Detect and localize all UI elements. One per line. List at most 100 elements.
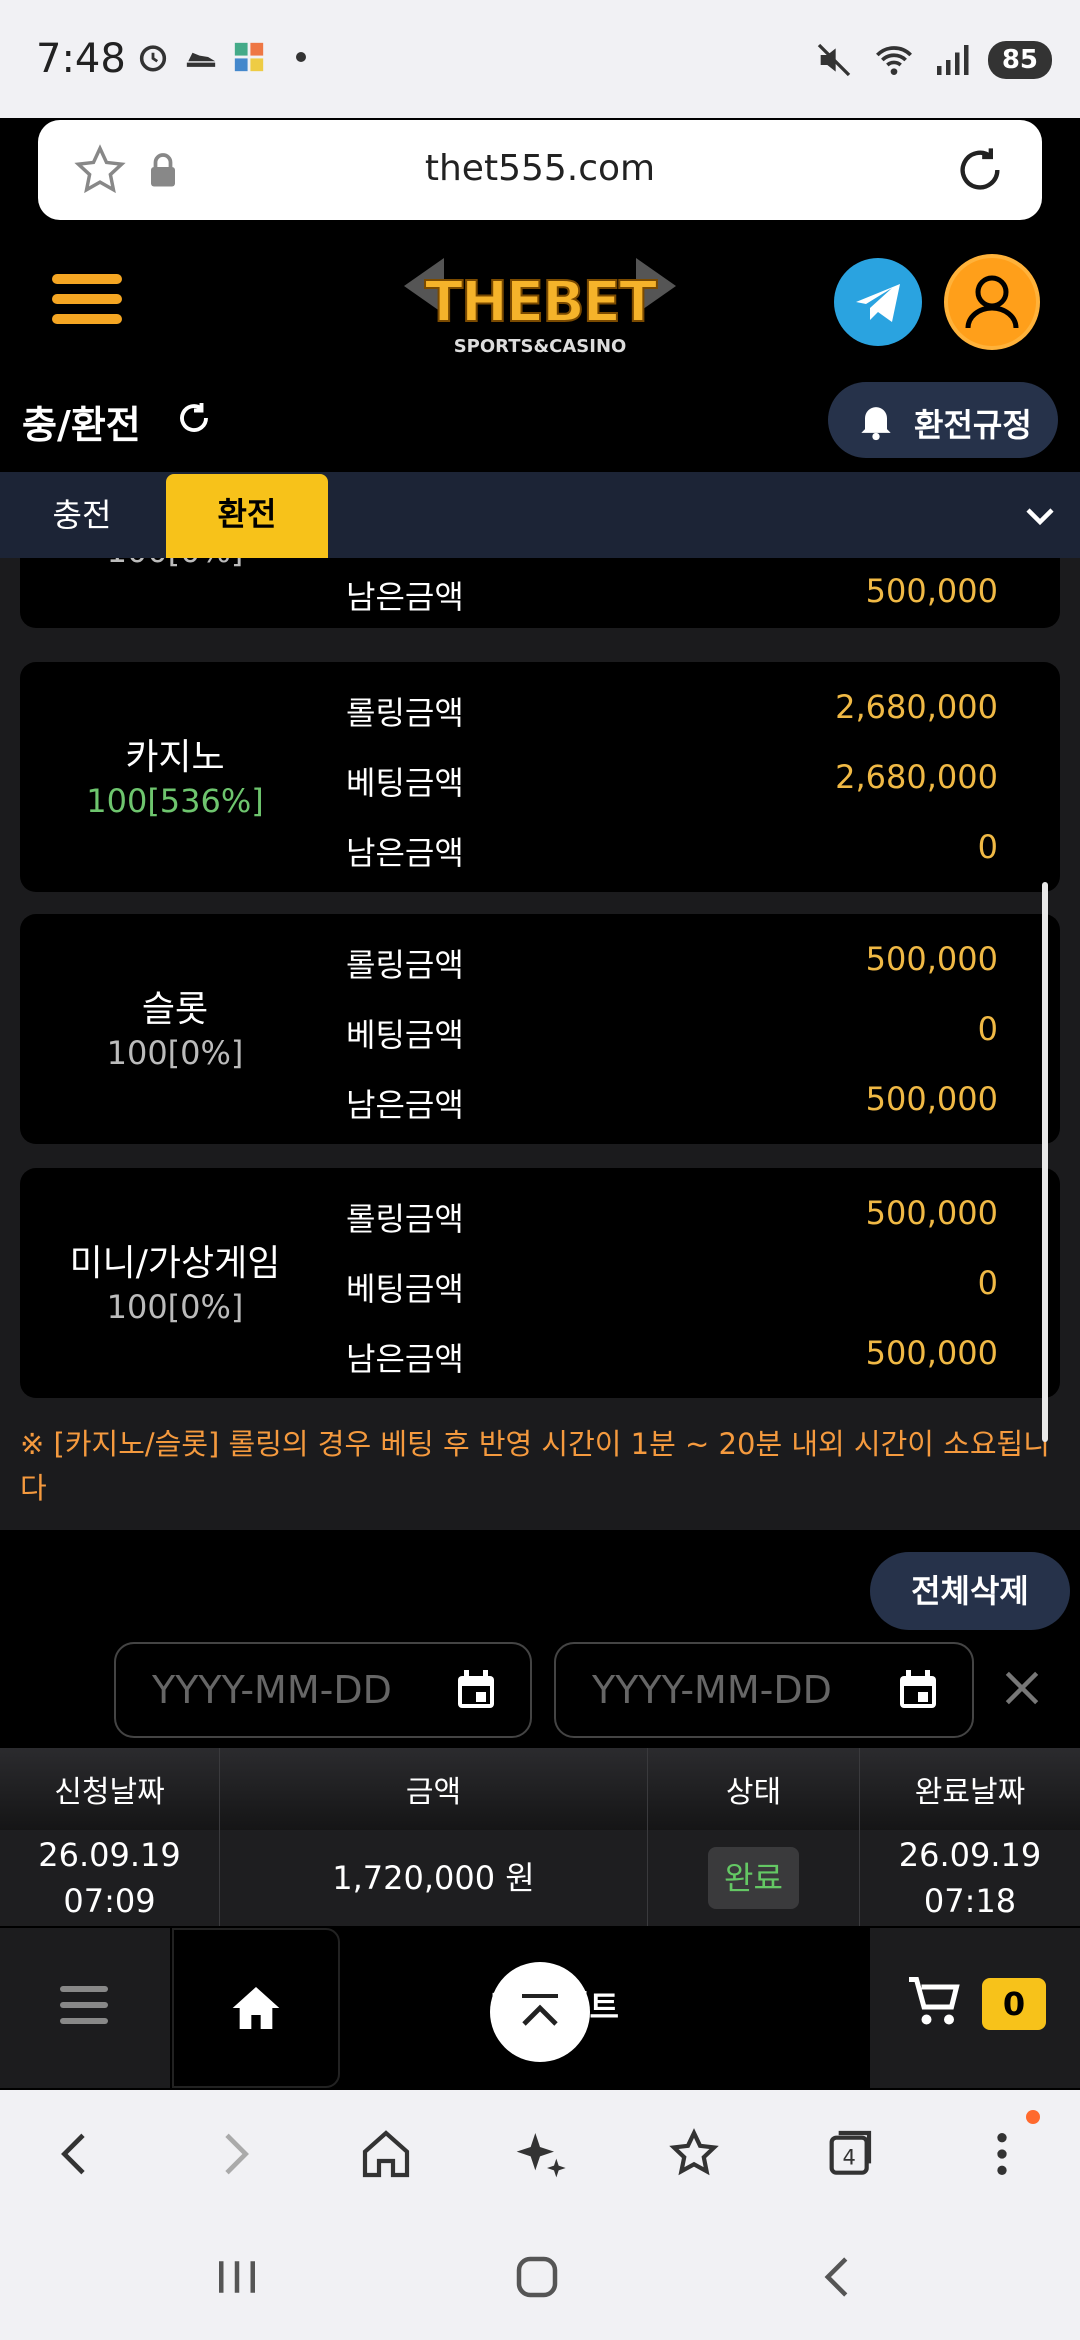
cart-button[interactable]: 0	[870, 1928, 1080, 2088]
reload-icon[interactable]	[954, 144, 1006, 196]
card-name: 카지노	[125, 737, 225, 778]
home-button[interactable]	[172, 1928, 340, 2088]
column-header: 완료날짜	[914, 1775, 1026, 1810]
done-date-cell: 26.09.19 07:18	[860, 1830, 1080, 1926]
alarm-icon	[139, 45, 167, 72]
date-from-field[interactable]: YYYY-MM-DD	[114, 1642, 532, 1738]
status-badge: 완료	[708, 1847, 799, 1909]
bookmarks-icon[interactable]	[666, 2126, 722, 2182]
table-row[interactable]: 26.09.19 07:09 1,720,000 원 완료 26.09.19 0…	[0, 1830, 1080, 1926]
row-label: 남은금액	[346, 1086, 464, 1124]
row-value: 0	[977, 828, 998, 866]
scrollbar[interactable]	[1042, 882, 1048, 1442]
refresh-icon[interactable]	[176, 400, 212, 436]
row-value: 500,000	[865, 1194, 998, 1232]
bell-icon	[861, 407, 891, 441]
card-rate: 100[0%]	[106, 1288, 244, 1326]
column-header: 신청날짜	[0, 1748, 220, 1830]
row-label: 남은금액	[346, 1340, 464, 1378]
row-value: 500,000	[865, 940, 998, 978]
row-label: 남은금액	[346, 834, 464, 872]
system-navigation-bar	[0, 2214, 1080, 2340]
delete-all-button[interactable]: 전체삭제	[870, 1552, 1070, 1630]
charge-exchange-tabs: 충전 환전	[0, 472, 1080, 558]
column-header: 상태	[648, 1748, 860, 1830]
home-icon[interactable]	[358, 2126, 414, 2182]
request-date: 26.09.19	[38, 1836, 181, 1874]
battery-indicator: 85	[987, 41, 1052, 79]
chevron-down-icon[interactable]	[1022, 498, 1058, 534]
row-value: 500,000	[865, 1080, 998, 1118]
logo-subtext: SPORTS&CASINO	[453, 336, 627, 357]
done-date: 26.09.19	[898, 1836, 1042, 1874]
svg-text:4: 4	[842, 2146, 855, 2170]
row-value: 0	[977, 1010, 998, 1048]
more-notifications-dot	[296, 52, 306, 62]
date-from-placeholder: YYYY-MM-DD	[152, 1668, 392, 1712]
shoe-icon	[186, 52, 216, 67]
site-bottom-nav: 및 이벤트 0	[0, 1928, 1080, 2088]
system-icons: 85	[814, 40, 1052, 80]
card-rate: 100[536%]	[86, 782, 264, 820]
user-profile-icon[interactable]	[944, 254, 1040, 350]
clear-dates-icon[interactable]	[1000, 1666, 1044, 1710]
forward-icon[interactable]	[206, 2126, 262, 2182]
row-label: 베팅금액	[346, 1270, 464, 1308]
status-bar: 7:48 85	[0, 0, 1080, 118]
more-options-icon[interactable]	[974, 2126, 1030, 2182]
calendar-icon[interactable]	[452, 1666, 500, 1714]
system-home-icon[interactable]	[510, 2250, 564, 2304]
cart-count-badge: 0	[982, 1978, 1046, 2030]
date-to-field[interactable]: YYYY-MM-DD	[554, 1642, 974, 1738]
browser-toolbar: 4	[0, 2090, 1080, 2214]
telegram-icon[interactable]	[834, 258, 922, 346]
card-rate: 100[0%]	[106, 1034, 244, 1072]
tabs-icon[interactable]: 4	[820, 2126, 876, 2182]
app-grid-icon	[234, 42, 264, 72]
card-rate: 100[0%]	[20, 558, 330, 570]
amount-cell: 1,720,000 원	[220, 1830, 648, 1926]
calendar-icon[interactable]	[894, 1666, 942, 1714]
card-name: 슬롯	[141, 989, 209, 1030]
rolling-card-casino: 카지노 100[536%] 롤링금액 2,680,000 베팅금액 2,680,…	[20, 662, 1060, 892]
exchange-rules-button[interactable]: 환전규정	[828, 382, 1058, 458]
home-icon	[232, 1987, 280, 2029]
table-header: 신청날짜 금액 상태 완료날짜	[0, 1748, 1080, 1830]
date-to-placeholder: YYYY-MM-DD	[592, 1668, 832, 1712]
tab-exchange[interactable]: 환전	[166, 474, 328, 558]
mute-icon	[817, 43, 850, 77]
row-label: 남은금액	[346, 578, 464, 616]
site-header: THEBET SPORTS&CASINO	[0, 232, 1080, 372]
system-back-icon[interactable]	[812, 2250, 866, 2304]
page-title: 충/환전	[22, 403, 141, 447]
done-time: 07:18	[923, 1882, 1017, 1920]
row-value: 500,000	[865, 572, 998, 610]
ai-sparkle-icon[interactable]	[512, 2126, 568, 2182]
logo-text: THEBET	[424, 269, 658, 336]
row-label: 롤링금액	[346, 1200, 464, 1238]
rolling-notice: ※ [카지노/슬롯] 롤링의 경우 베팅 후 반영 시간이 1분 ~ 20분 내…	[20, 1427, 1050, 1505]
back-icon[interactable]	[48, 2126, 104, 2182]
recent-apps-icon[interactable]	[210, 2250, 264, 2304]
wifi-icon	[875, 46, 912, 75]
scroll-to-top-button[interactable]	[490, 1962, 590, 2062]
notification-dot	[1026, 2110, 1040, 2124]
chevron-up-icon	[522, 1994, 558, 2026]
row-label: 롤링금액	[346, 694, 464, 732]
status-cell: 완료	[648, 1830, 860, 1926]
hamburger-menu-icon[interactable]	[52, 274, 122, 330]
card-name: 미니/가상게임	[69, 1243, 281, 1284]
rolling-status-panel[interactable]: 100[0%] 남은금액 500,000 카지노 100[536%] 롤링금액 …	[0, 558, 1080, 1530]
bottom-menu-button[interactable]	[0, 1928, 170, 2088]
tab-charge[interactable]: 충전	[0, 472, 164, 558]
status-time: 7:48	[36, 36, 126, 82]
cart-icon	[909, 1977, 960, 2025]
request-date-cell: 26.09.19 07:09	[0, 1830, 220, 1926]
row-value: 2,680,000	[835, 688, 998, 726]
url-text[interactable]: thet555.com	[38, 148, 1042, 189]
page-title-row: 충/환전 환전규정	[0, 372, 1080, 472]
address-bar[interactable]: thet555.com	[38, 120, 1042, 220]
site-logo[interactable]: THEBET SPORTS&CASINO	[404, 250, 676, 358]
request-time: 07:09	[63, 1882, 156, 1920]
notification-icons	[136, 40, 306, 74]
